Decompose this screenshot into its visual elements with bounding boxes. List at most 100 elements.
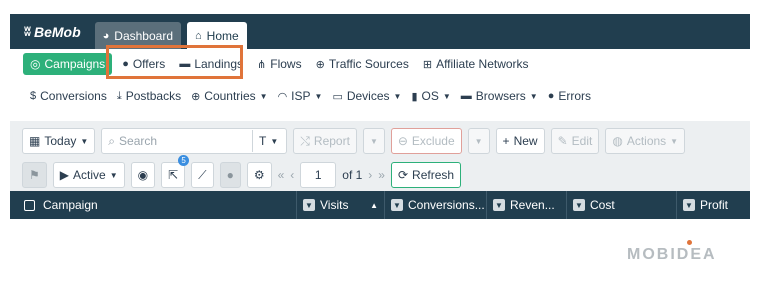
top-bar: ʬ BeMob ◕ Dashboard ⌂ Home xyxy=(10,14,750,49)
actions-label: Actions xyxy=(626,134,667,148)
nav-campaigns[interactable]: ◎ Campaigns xyxy=(23,53,113,75)
exclude-button[interactable]: ⊖ Exclude xyxy=(390,128,462,154)
nav-traffic-sources[interactable]: ⊕ Traffic Sources xyxy=(316,57,409,71)
flag-icon: ⚑ xyxy=(29,168,40,182)
plus-icon: + xyxy=(502,134,510,148)
column-visits-label: Visits xyxy=(320,198,349,212)
exclude-dropdown[interactable]: ▼ xyxy=(467,128,490,154)
logo-text: BeMob xyxy=(33,23,81,40)
date-range-select[interactable]: ▦ Today ▼ xyxy=(22,128,96,154)
nav-errors-label: Errors xyxy=(558,89,592,103)
nav-countries[interactable]: ⊕ Countries ▼ xyxy=(191,89,268,103)
search-input[interactable]: ⌕ Search T ▼ xyxy=(101,128,288,154)
logo[interactable]: ʬ BeMob xyxy=(24,14,81,49)
search-type-select[interactable]: T ▼ xyxy=(252,130,284,152)
globe-icon: ⊕ xyxy=(191,90,201,103)
chevron-down-icon: ▼ xyxy=(442,91,451,101)
report-dropdown[interactable]: ▼ xyxy=(362,128,385,154)
select-all-checkbox[interactable] xyxy=(24,199,35,211)
nav-isp[interactable]: ◠ ISP ▼ xyxy=(278,89,323,103)
chevron-down-icon: ▼ xyxy=(474,136,483,146)
filter-icon[interactable]: ▼ xyxy=(683,199,695,211)
laptop-icon: ▭ xyxy=(332,90,343,103)
last-page-icon[interactable]: » xyxy=(378,168,385,182)
report-button[interactable]: ⤭ Report xyxy=(293,128,357,154)
search-icon: ⌕ xyxy=(108,133,116,148)
filter-icon[interactable]: ▼ xyxy=(573,199,585,211)
column-campaign[interactable]: Campaign xyxy=(10,191,296,219)
dollar-icon: $ xyxy=(30,90,37,102)
bemob-logo-icon: ʬ xyxy=(24,24,31,39)
chevron-down-icon: ▼ xyxy=(529,91,538,101)
report-label: Report xyxy=(313,134,350,148)
globe-icon: ⊕ xyxy=(315,58,325,71)
export-button[interactable]: ⇱ 5 xyxy=(161,155,190,188)
column-visits[interactable]: ▼ Visits ▲ xyxy=(296,191,384,219)
eye-icon: ◉ xyxy=(137,168,149,182)
nav-os[interactable]: ▮ OS ▼ xyxy=(411,89,450,103)
view-button[interactable]: ◉ xyxy=(130,162,156,188)
comment-icon: ● xyxy=(226,168,234,182)
actions-icon: ◍ xyxy=(612,134,623,148)
nav-affiliate-networks-label: Affiliate Networks xyxy=(436,57,529,71)
nav-countries-label: Countries xyxy=(204,89,256,103)
settings-button[interactable]: ⚙ xyxy=(246,162,272,188)
search-type-label: T xyxy=(259,134,267,148)
watermark: MOBIDEA xyxy=(627,240,717,264)
edit-button[interactable]: ✎ Edit xyxy=(550,128,600,154)
nav-flows[interactable]: ⋔ Flows xyxy=(257,57,302,71)
nav-isp-label: ISP xyxy=(291,89,311,103)
first-page-icon[interactable]: « xyxy=(278,168,285,182)
dashboard-icon: ◕ xyxy=(102,29,110,42)
exclude-icon: ⊖ xyxy=(397,134,408,148)
chart-icon: ⟋ xyxy=(198,167,207,182)
campaigns-icon: ◎ xyxy=(30,57,41,71)
chevron-down-icon: ▼ xyxy=(670,136,679,146)
sort-asc-icon: ▲ xyxy=(370,200,378,210)
chevron-down-icon: ▼ xyxy=(80,136,89,146)
refresh-button[interactable]: ⟳ Refresh xyxy=(390,162,462,188)
nav-devices-label: Devices xyxy=(346,89,390,103)
filter-icon[interactable]: ▼ xyxy=(303,199,315,211)
chevron-down-icon: ▼ xyxy=(270,136,279,146)
nav-conversions-label: Conversions xyxy=(40,89,107,103)
new-button[interactable]: + New xyxy=(495,128,545,154)
toolbar-row-1: ▦ Today ▼ ⌕ Search T ▼ ⤭ Report ▼ ⊖ Excl… xyxy=(22,127,738,155)
tab-dashboard-label: Dashboard xyxy=(114,28,173,43)
refresh-label: Refresh xyxy=(412,168,455,182)
network-icon: ⊞ xyxy=(422,58,433,71)
page-input[interactable]: 1 xyxy=(300,162,337,188)
nav-postbacks-label: Postbacks xyxy=(125,89,182,103)
error-icon: ● xyxy=(547,90,555,102)
status-select[interactable]: ▶ Active ▼ xyxy=(52,162,125,188)
actions-button[interactable]: ◍ Actions ▼ xyxy=(605,128,686,154)
status-label: Active xyxy=(73,168,106,182)
pencil-icon: ✎ xyxy=(557,134,568,148)
column-conversions[interactable]: ▼ Conversions... xyxy=(384,191,486,219)
filter-icon[interactable]: ▼ xyxy=(493,199,505,211)
column-profit[interactable]: ▼ Profit xyxy=(676,191,750,219)
export-icon: ⇱ xyxy=(168,168,179,182)
comment-button[interactable]: ● xyxy=(219,162,241,188)
column-revenue-label: Reven... xyxy=(510,198,555,212)
nav-postbacks[interactable]: ⤓ Postbacks xyxy=(117,89,181,103)
nav-affiliate-networks[interactable]: ⊞ Affiliate Networks xyxy=(423,57,529,71)
column-campaign-label: Campaign xyxy=(43,198,98,212)
prev-page-icon[interactable]: ‹ xyxy=(290,168,294,182)
table-header: Campaign ▼ Visits ▲ ▼ Conversions... ▼ R… xyxy=(10,191,750,219)
chart-button[interactable]: ⟋ xyxy=(191,162,214,188)
nav-devices[interactable]: ▭ Devices ▼ xyxy=(332,89,401,103)
column-revenue[interactable]: ▼ Reven... xyxy=(486,191,566,219)
play-icon: ▶ xyxy=(59,168,69,182)
nav-browsers[interactable]: ▬ Browsers ▼ xyxy=(461,89,538,103)
notification-badge: 5 xyxy=(178,155,190,166)
flag-button[interactable]: ⚑ xyxy=(22,162,47,188)
page-value: 1 xyxy=(314,168,322,182)
nav-errors[interactable]: ● Errors xyxy=(548,89,591,103)
filter-icon[interactable]: ▼ xyxy=(391,199,403,211)
gear-icon: ⚙ xyxy=(253,168,265,182)
nav-conversions[interactable]: $ Conversions xyxy=(30,89,107,103)
next-page-icon[interactable]: › xyxy=(368,168,372,182)
column-cost[interactable]: ▼ Cost xyxy=(566,191,676,219)
highlight-annotation xyxy=(106,45,243,79)
